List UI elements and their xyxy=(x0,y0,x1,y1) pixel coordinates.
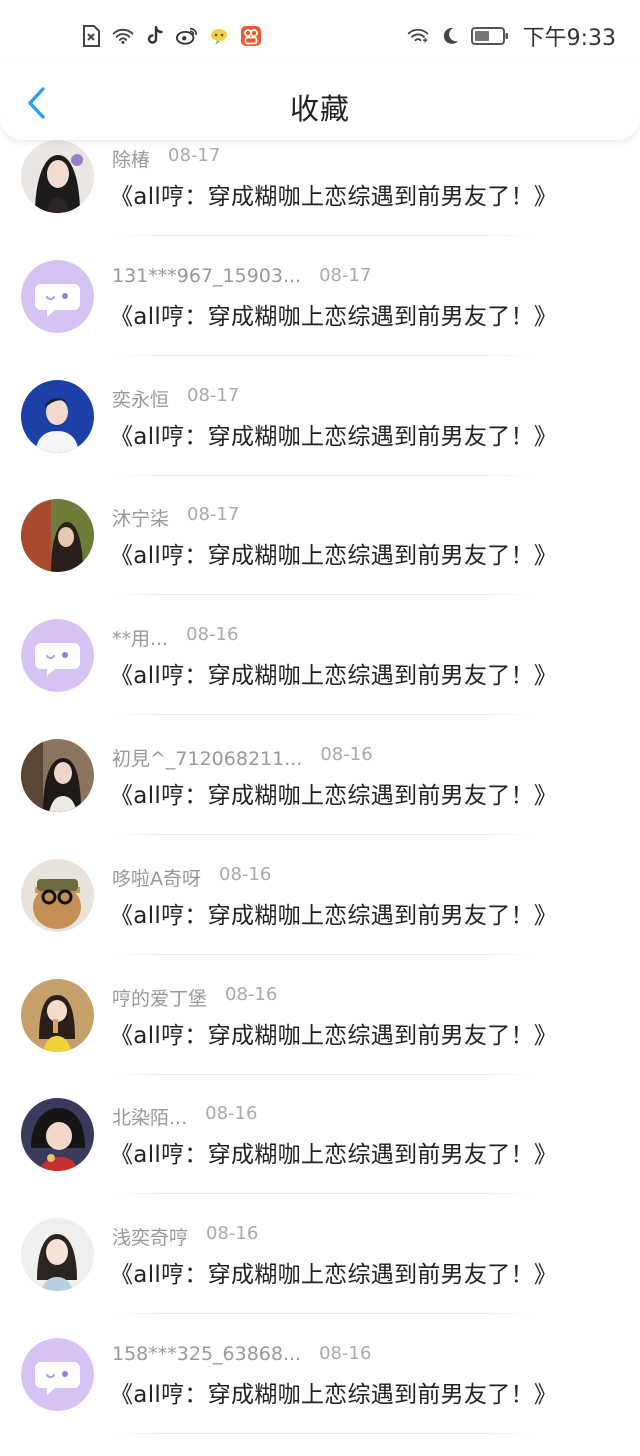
sim-off-icon xyxy=(80,25,102,47)
divider xyxy=(112,1313,530,1315)
status-right-icons: 下午9:33 xyxy=(407,20,616,52)
list-item[interactable]: 浅奕奇哼 08-16 《all哼：穿成糊咖上恋综遇到前男友了！》 xyxy=(0,1216,640,1336)
user-name[interactable]: 奕永恒 xyxy=(112,385,169,412)
favorite-content[interactable]: 《all哼：穿成糊咖上恋综遇到前男友了！》 xyxy=(110,1375,557,1409)
list-item[interactable]: 哆啦A奇呀 08-16 《all哼：穿成糊咖上恋综遇到前男友了！》 xyxy=(0,857,640,977)
avatar[interactable] xyxy=(21,858,94,932)
avatar[interactable] xyxy=(21,1098,94,1172)
item-meta: **用... 08-16 xyxy=(112,624,238,651)
divider xyxy=(112,235,530,236)
item-meta: 哼的爱丁堡 08-16 xyxy=(112,984,277,1011)
app-icon xyxy=(240,25,262,47)
avatar[interactable] xyxy=(21,738,94,812)
item-date: 08-16 xyxy=(186,624,239,646)
divider xyxy=(112,833,530,835)
user-name[interactable]: 哆啦A奇呀 xyxy=(112,864,201,891)
divider xyxy=(112,594,530,596)
favorite-content[interactable]: 《all哼：穿成糊咖上恋综遇到前男友了！》 xyxy=(110,776,557,810)
status-time: 下午9:33 xyxy=(522,26,616,51)
wifi-icon xyxy=(112,25,134,47)
favorites-list: 除椿 08-17 《all哼：穿成糊咖上恋综遇到前男友了！》 131***967_15… xyxy=(0,138,640,1456)
wifi-icon xyxy=(407,25,429,47)
favorite-content[interactable]: 《all哼：穿成糊咖上恋综遇到前男友了！》 xyxy=(110,1016,557,1050)
divider xyxy=(112,1432,530,1434)
list-item[interactable]: 沐宁柒 08-17 《all哼：穿成糊咖上恋综遇到前男友了！》 xyxy=(0,497,640,617)
item-date: 08-16 xyxy=(205,1103,258,1125)
divider xyxy=(112,474,530,476)
avatar[interactable] xyxy=(21,1337,94,1411)
battery-icon xyxy=(470,25,509,47)
divider xyxy=(112,953,530,955)
user-name[interactable]: 158***325_63868... xyxy=(112,1343,301,1365)
list-item[interactable]: **用... 08-16 《all哼：穿成糊咖上恋综遇到前男友了！》 xyxy=(0,617,640,737)
item-meta: 哆啦A奇呀 08-16 xyxy=(112,864,271,891)
favorite-content[interactable]: 《all哼：穿成糊咖上恋综遇到前男友了！》 xyxy=(110,1135,557,1169)
status-left-icons xyxy=(80,25,262,47)
item-date: 08-17 xyxy=(187,504,240,526)
list-item[interactable]: 奕永恒 08-17 《all哼：穿成糊咖上恋综遇到前男友了！》 xyxy=(0,378,640,498)
top-navigation-bar: 收藏 xyxy=(0,64,640,140)
item-date: 08-16 xyxy=(320,743,373,765)
avatar[interactable] xyxy=(21,379,94,453)
user-name[interactable]: 北染陌... xyxy=(112,1103,187,1130)
favorite-content[interactable]: 《all哼：穿成糊咖上恋综遇到前男友了！》 xyxy=(110,536,557,570)
avatar[interactable] xyxy=(21,499,94,573)
list-item[interactable]: 131***967_15903... 08-17 《all哼：穿成糊咖上恋综遇到前男… xyxy=(0,258,640,378)
divider xyxy=(112,1193,530,1195)
divider xyxy=(112,714,530,716)
user-name[interactable]: 沐宁柒 xyxy=(112,504,169,531)
divider xyxy=(112,1073,530,1075)
list-item[interactable]: 初見^_712068211... 08-16 《all哼：穿成糊咖上恋综遇到前男友了… xyxy=(0,737,640,857)
divider xyxy=(112,354,530,356)
item-date: 08-16 xyxy=(206,1223,259,1245)
user-name[interactable]: 哼的爱丁堡 xyxy=(112,984,207,1011)
page-title: 收藏 xyxy=(289,92,350,126)
tiktok-icon xyxy=(144,25,166,47)
avatar[interactable] xyxy=(21,978,94,1052)
item-date: 08-17 xyxy=(168,145,221,166)
list-item[interactable]: 北染陌... 08-16 《all哼：穿成糊咖上恋综遇到前男友了！》 xyxy=(0,1096,640,1216)
chat-bubble-icon xyxy=(208,25,230,47)
favorite-content[interactable]: 《all哼：穿成糊咖上恋综遇到前男友了！》 xyxy=(110,177,557,211)
item-meta: 沐宁柒 08-17 xyxy=(112,504,239,531)
avatar[interactable] xyxy=(21,1218,94,1292)
user-name[interactable]: 浅奕奇哼 xyxy=(112,1223,188,1250)
item-date: 08-17 xyxy=(187,384,240,406)
item-date: 08-17 xyxy=(319,264,372,286)
status-bar: 下午9:33 xyxy=(0,0,640,72)
avatar[interactable] xyxy=(21,140,94,213)
weibo-icon xyxy=(176,25,198,47)
item-meta: 初見^_712068211... 08-16 xyxy=(112,744,373,771)
item-meta: 除椿 08-17 xyxy=(112,145,220,172)
user-name[interactable]: 除椿 xyxy=(112,145,150,172)
avatar[interactable] xyxy=(21,619,94,693)
favorite-content[interactable]: 《all哼：穿成糊咖上恋综遇到前男友了！》 xyxy=(110,297,557,331)
moon-icon xyxy=(439,25,461,47)
favorite-content[interactable]: 《all哼：穿成糊咖上恋综遇到前男友了！》 xyxy=(110,1255,557,1289)
list-item[interactable]: 除椿 08-17 《all哼：穿成糊咖上恋综遇到前男友了！》 xyxy=(0,138,640,258)
user-name[interactable]: 初見^_712068211... xyxy=(112,744,302,771)
user-name[interactable]: **用... xyxy=(112,624,168,651)
item-date: 08-16 xyxy=(225,983,278,1005)
item-meta: 奕永恒 08-17 xyxy=(112,385,239,412)
list-item[interactable]: 哼的爱丁堡 08-16 《all哼：穿成糊咖上恋综遇到前男友了！》 xyxy=(0,977,640,1097)
favorite-content[interactable]: 《all哼：穿成糊咖上恋综遇到前男友了！》 xyxy=(110,656,557,690)
favorite-content[interactable]: 《all哼：穿成糊咖上恋综遇到前男友了！》 xyxy=(110,417,557,451)
item-meta: 浅奕奇哼 08-16 xyxy=(112,1223,258,1250)
item-date: 08-16 xyxy=(319,1342,372,1364)
avatar[interactable] xyxy=(21,259,94,333)
favorite-content[interactable]: 《all哼：穿成糊咖上恋综遇到前男友了！》 xyxy=(110,896,557,930)
user-name[interactable]: 131***967_15903... xyxy=(112,265,301,287)
item-meta: 131***967_15903... 08-17 xyxy=(112,265,371,287)
item-meta: 158***325_63868... 08-16 xyxy=(112,1343,371,1365)
list-item[interactable]: 158***325_63868... 08-16 《all哼：穿成糊咖上恋综遇到前男… xyxy=(0,1336,640,1456)
item-meta: 北染陌... 08-16 xyxy=(112,1103,257,1130)
item-date: 08-16 xyxy=(219,863,272,885)
